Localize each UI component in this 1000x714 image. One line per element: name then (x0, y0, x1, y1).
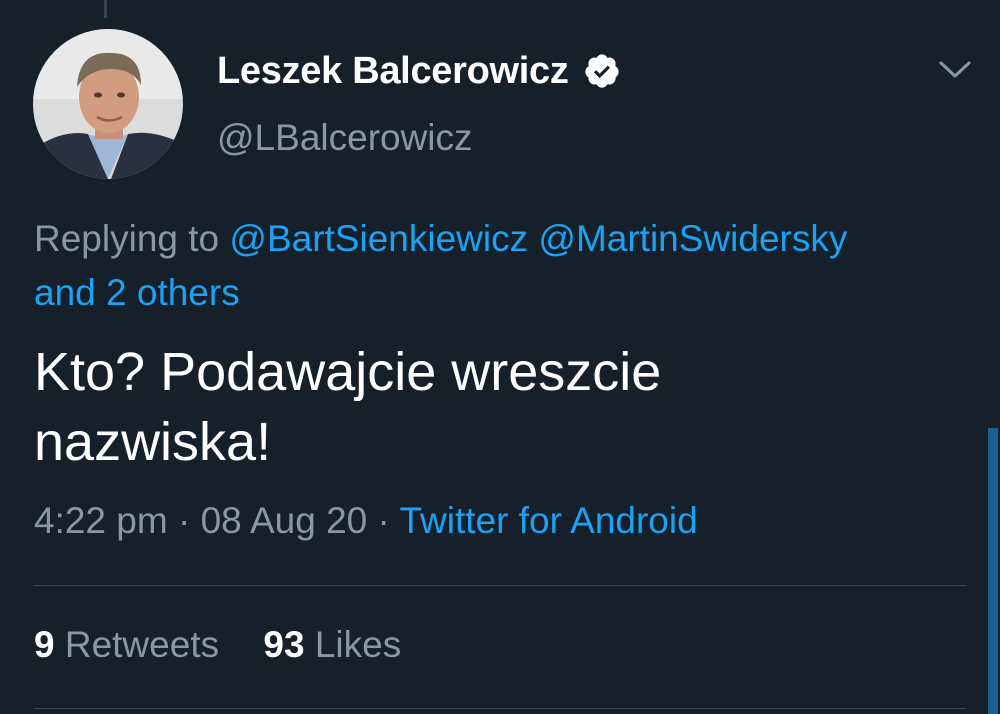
likes-label: Likes (314, 624, 402, 665)
author-handle[interactable]: @LBalcerowicz (217, 117, 473, 159)
tweet-time[interactable]: 4:22 pm (34, 500, 168, 541)
verified-badge-icon (583, 52, 621, 90)
author-display-name[interactable]: Leszek Balcerowicz (217, 50, 569, 93)
thread-connector-line (104, 0, 107, 18)
tweet-detail: Leszek Balcerowicz @LBalcerowicz Replyin… (0, 0, 1000, 714)
replying-to-label: Replying to (34, 218, 220, 259)
divider (34, 708, 966, 709)
retweets-count: 9 (34, 624, 55, 665)
chevron-down-icon[interactable] (938, 60, 972, 80)
tweet-text-line: nazwiska! (34, 412, 272, 472)
tweet-date[interactable]: 08 Aug 20 (201, 500, 368, 541)
tweet-text-line: Kto? Podawajcie wreszcie (34, 342, 662, 402)
retweets-stat[interactable]: 9 Retweets (34, 624, 219, 666)
retweets-label: Retweets (64, 624, 220, 665)
meta-separator: · (177, 500, 191, 541)
others-link[interactable]: and 2 others (34, 272, 240, 313)
avatar-photo (33, 29, 183, 179)
mention-link[interactable]: @BartSienkiewicz (229, 218, 528, 259)
tweet-text: Kto? Podawajcie wreszcie nazwiska! (34, 337, 954, 477)
divider (34, 585, 966, 586)
tweet-meta: 4:22 pm · 08 Aug 20 · Twitter for Androi… (34, 500, 698, 542)
tweet-stats: 9 Retweets 93 Likes (34, 624, 435, 666)
tweet-source-link[interactable]: Twitter for Android (400, 500, 698, 541)
avatar[interactable] (33, 29, 183, 179)
author-name-row[interactable]: Leszek Balcerowicz (217, 48, 621, 94)
meta-separator: · (377, 500, 390, 541)
likes-stat[interactable]: 93 Likes (263, 624, 401, 666)
scrollbar[interactable] (988, 428, 998, 714)
mention-link[interactable]: @MartinSwidersky (538, 218, 847, 259)
likes-count: 93 (263, 624, 305, 665)
replying-to-line: Replying to @BartSienkiewicz @MartinSwid… (34, 212, 964, 320)
